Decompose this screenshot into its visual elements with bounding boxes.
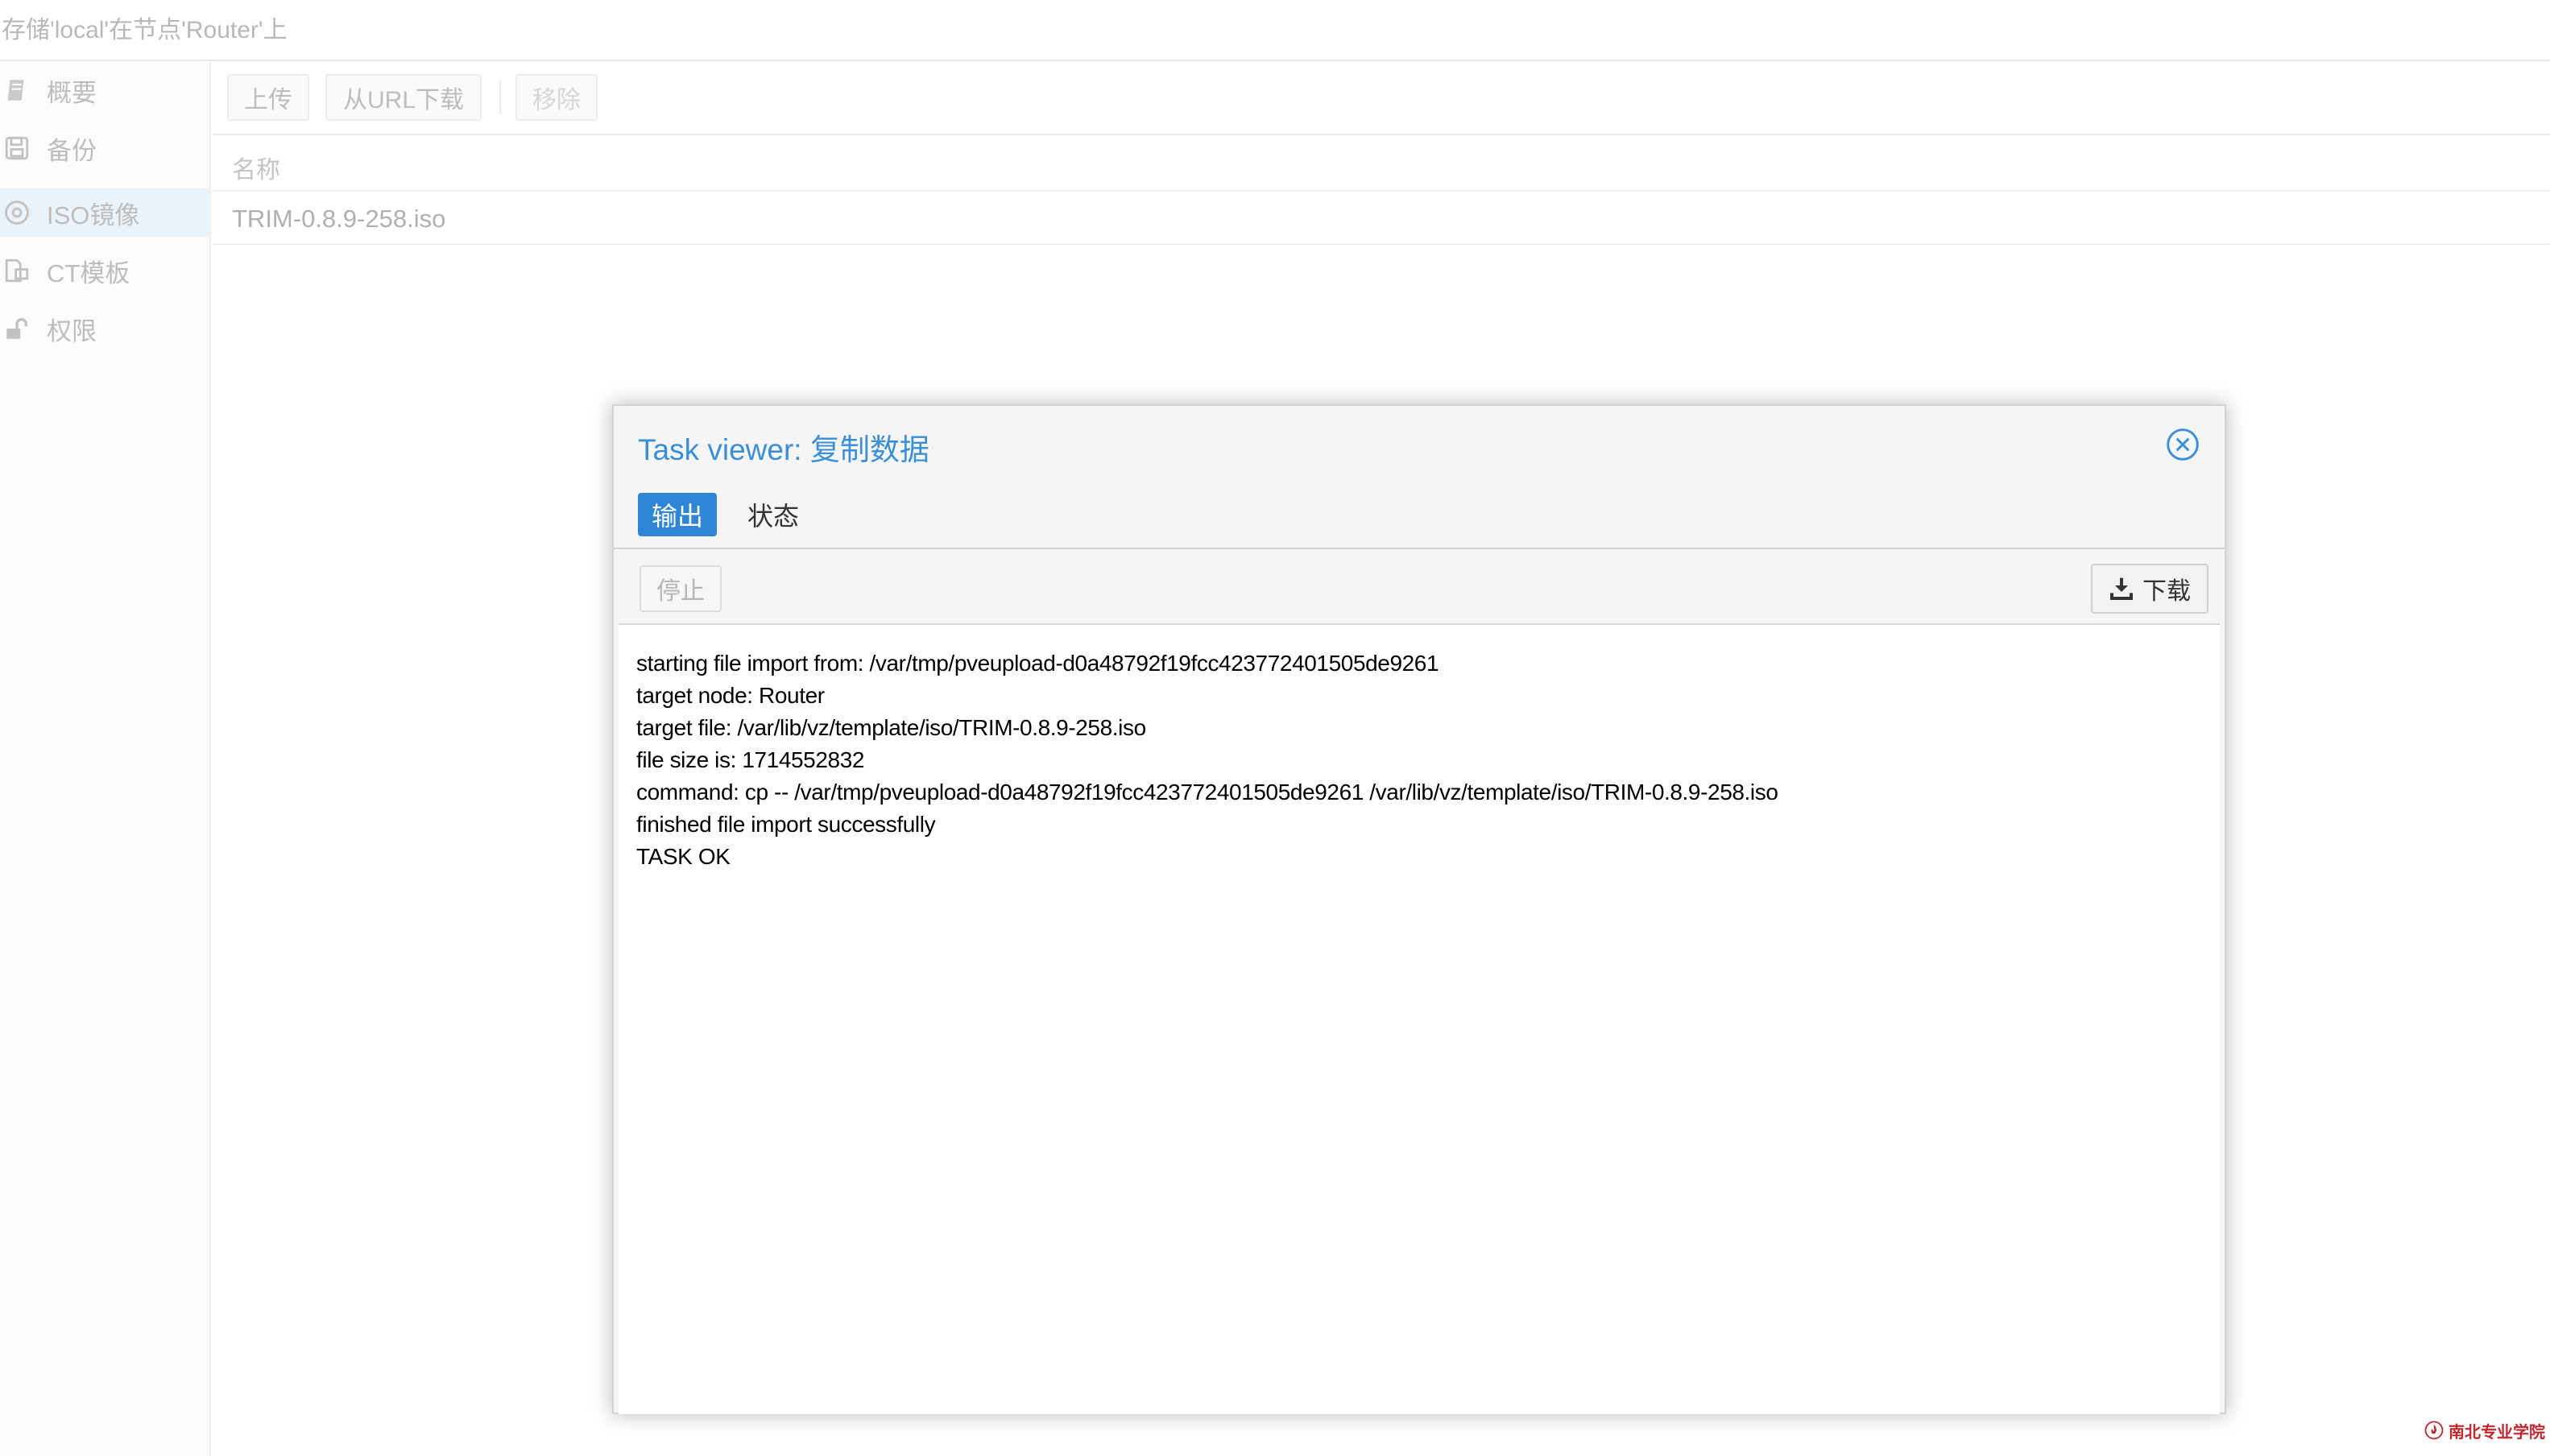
download-button[interactable]: 下载 [2091, 564, 2208, 614]
task-viewer-dialog: Task viewer: 复制数据 输出 状态 停止 下载 starting f… [612, 404, 2226, 1414]
download-label: 下载 [2142, 578, 2191, 605]
table-row[interactable]: TRIM-0.8.9-258.iso [213, 193, 2550, 245]
floppy-disk-icon [2, 133, 32, 163]
remove-button[interactable]: 移除 [515, 74, 598, 121]
output-toolbar: 停止 下载 [619, 551, 2220, 625]
dialog-title: Task viewer: 复制数据 [638, 433, 929, 466]
storage-toolbar: 上传 从URL下载 移除 [213, 63, 2550, 135]
sidebar-item-summary[interactable]: 概要 [0, 66, 211, 114]
dialog-tabbar: 输出 状态 [614, 480, 2225, 549]
sidebar-item-iso[interactable]: ISO镜像 [0, 188, 211, 237]
sidebar-item-label: ISO镜像 [47, 201, 140, 230]
dialog-header: Task viewer: 复制数据 [614, 406, 2225, 480]
upload-button[interactable]: 上传 [227, 74, 309, 121]
watermark-logo: 南北专业学院 [2424, 1413, 2545, 1448]
grid-header: 名称 [213, 137, 2550, 192]
iso-file-name: TRIM-0.8.9-258.iso [232, 205, 446, 233]
sidebar-item-label: 权限 [47, 316, 97, 345]
page-header: 存储'local'在节点'Router'上 [0, 0, 2550, 61]
sidebar-item-backup[interactable]: 备份 [0, 124, 211, 172]
log-line: target node: Router [636, 683, 825, 708]
watermark-text: 南北专业学院 [2449, 1423, 2545, 1442]
sidebar-item-label: 概要 [47, 78, 97, 107]
toolbar-separator [499, 81, 501, 114]
page-title: 存储'local'在节点'Router'上 [2, 17, 288, 43]
sidebar-item-label: 备份 [47, 136, 97, 165]
log-line: finished file import successfully [636, 812, 936, 837]
close-icon[interactable] [2165, 427, 2200, 462]
download-icon [2110, 577, 2133, 600]
tab-status[interactable]: 状态 [735, 493, 812, 536]
sidebar-item-ct-templates[interactable]: CT模板 [0, 246, 211, 295]
flame-logo-icon [2424, 1421, 2444, 1440]
log-line: TASK OK [636, 844, 731, 869]
sidebar-item-permissions[interactable]: 权限 [0, 304, 211, 353]
log-line: starting file import from: /var/tmp/pveu… [636, 651, 1439, 676]
output-panel: 停止 下载 starting file import from: /var/tm… [619, 551, 2220, 1414]
download-from-url-button[interactable]: 从URL下载 [325, 74, 482, 121]
tab-output[interactable]: 输出 [638, 493, 717, 536]
log-line: target file: /var/lib/vz/template/iso/TR… [636, 715, 1146, 740]
unlock-icon [2, 313, 32, 344]
log-line: command: cp -- /var/tmp/pveupload-d0a487… [636, 780, 1778, 805]
stop-button[interactable]: 停止 [640, 565, 722, 612]
column-header-name[interactable]: 名称 [232, 150, 280, 185]
sidebar: 概要 备份 ISO镜像 CT模板 权限 [0, 63, 211, 1456]
log-line: file size is: 1714552832 [636, 747, 865, 772]
template-icon [2, 255, 32, 286]
task-log: starting file import from: /var/tmp/pveu… [636, 647, 2207, 873]
sidebar-item-label: CT模板 [47, 259, 130, 287]
disc-icon [2, 197, 32, 228]
book-icon [2, 75, 32, 105]
